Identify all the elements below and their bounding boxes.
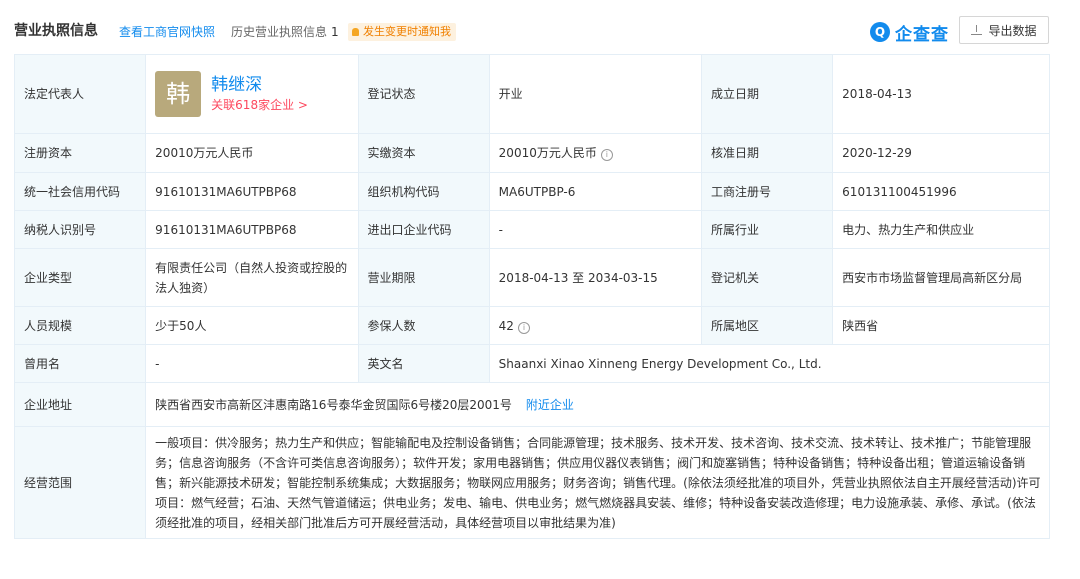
address-cell: 陕西省西安市高新区沣惠南路16号泰华金贸国际6号楼20层2001号 附近企业 [145,382,1050,427]
scope-label: 经营范围 [13,426,147,539]
credit-code-label: 统一社会信用代码 [13,172,147,211]
avatar[interactable]: 韩 [155,71,202,117]
reg-capital-label: 注册资本 [13,133,147,173]
table-row: 纳税人识别号 91610131MA6UTPBP68 进出口企业代码 - 所属行业… [13,210,1050,249]
former-name-label: 曾用名 [13,344,147,383]
ent-type-label: 企业类型 [13,248,147,307]
paid-capital-value: 20010万元人民币 [498,146,597,160]
info-icon[interactable]: i [517,321,530,334]
logo-text: 企查查 [895,24,949,45]
import-export-value: - [488,210,703,249]
license-info-table: 法定代表人 韩 韩继深 关联618家企业 > 登记状态 开业 成立日期 2018… [13,54,1051,539]
term-value: 2018-04-13 至 2034-03-15 [488,248,703,307]
table-row: 曾用名 - 英文名 Shaanxi Xinao Xinneng Energy D… [13,344,1051,383]
region-value: 陕西省 [832,306,1050,345]
tax-id-value: 91610131MA6UTPBP68 [145,210,359,249]
section-header: 营业执照信息 查看工商官网快照 历史营业执照信息 1 发生变更时通知我 Q 企查查 … [0,0,1080,54]
est-date-label: 成立日期 [700,54,834,134]
paid-capital-cell: 20010万元人民币 i [488,133,703,173]
paid-capital-label: 实缴资本 [357,133,490,173]
address-value: 陕西省西安市高新区沣惠南路16号泰华金贸国际6号楼20层2001号 [155,397,512,412]
authority-value: 西安市市场监督管理局高新区分局 [832,248,1050,307]
import-export-label: 进出口企业代码 [357,210,490,249]
ent-type-value: 有限责任公司（自然人投资或控股的法人独资） [145,248,359,307]
reg-status-label: 登记状态 [357,54,490,134]
insured-label: 参保人数 [357,306,490,345]
org-code-label: 组织机构代码 [357,172,490,211]
reg-status-value: 开业 [488,54,703,134]
est-date-value: 2018-04-13 [832,54,1050,134]
table-row: 企业地址 陕西省西安市高新区沣惠南路16号泰华金贸国际6号楼20层2001号 附近… [13,382,1050,427]
biz-reg-label: 工商注册号 [700,172,834,211]
related-companies-link[interactable]: 关联618家企业 > [211,96,308,114]
staff-label: 人员规模 [13,306,147,345]
table-row: 经营范围 一般项目：供冷服务；热力生产和供应；智能输配电及控制设备销售；合同能源… [13,426,1050,539]
region-label: 所属地区 [700,306,834,345]
legal-rep-name[interactable]: 韩继深 [211,74,308,96]
insured-cell: 42 i [488,306,703,345]
insured-value: 42 [498,318,514,333]
term-label: 营业期限 [357,248,490,307]
logo-icon: Q [870,22,890,42]
en-name-label: 英文名 [357,344,490,383]
org-code-value: MA6UTPBP-6 [488,172,703,211]
bell-icon [352,28,359,36]
approve-date-label: 核准日期 [700,133,834,173]
change-notify-label: 发生变更时通知我 [363,25,451,38]
legal-rep-label: 法定代表人 [13,54,147,134]
history-license-link[interactable]: 历史营业执照信息 1 [231,23,339,41]
table-row: 注册资本 20010万元人民币 实缴资本 20010万元人民币 i 核准日期 20… [13,133,1050,173]
change-notify-button[interactable]: 发生变更时通知我 [348,23,456,41]
approve-date-value: 2020-12-29 [832,133,1050,173]
nearby-companies-link[interactable]: 附近企业 [526,398,574,412]
table-row: 人员规模 少于50人 参保人数 42 i 所属地区 陕西省 [13,306,1050,345]
authority-label: 登记机关 [700,248,834,307]
info-icon[interactable]: i [600,149,613,161]
qichacha-logo: Q 企查查 [870,21,949,45]
former-name-value: - [145,344,359,383]
download-icon [971,24,983,36]
history-label: 历史营业执照信息 [231,25,328,39]
section-title: 营业执照信息 [14,23,98,39]
table-row: 统一社会信用代码 91610131MA6UTPBP68 组织机构代码 MA6UT… [13,172,1050,211]
staff-value: 少于50人 [145,306,359,345]
tax-id-label: 纳税人识别号 [13,210,147,249]
address-label: 企业地址 [13,382,147,427]
scope-value: 一般项目：供冷服务；热力生产和供应；智能输配电及控制设备销售；合同能源管理；技术… [145,426,1050,539]
industry-value: 电力、热力生产和供应业 [832,210,1050,249]
table-row: 法定代表人 韩 韩继深 关联618家企业 > 登记状态 开业 成立日期 2018… [13,54,1050,134]
export-label: 导出数据 [988,23,1037,38]
gs-snapshot-link[interactable]: 查看工商官网快照 [119,23,215,41]
credit-code-value: 91610131MA6UTPBP68 [145,172,359,211]
export-data-button[interactable]: 导出数据 [959,16,1049,44]
reg-capital-value: 20010万元人民币 [145,133,359,173]
en-name-value: Shaanxi Xinao Xinneng Energy Development… [488,344,1051,383]
legal-rep-cell: 韩 韩继深 关联618家企业 > [145,54,359,134]
biz-reg-value: 610131100451996 [832,172,1050,211]
industry-label: 所属行业 [700,210,834,249]
history-count: 1 [331,25,339,39]
table-row: 企业类型 有限责任公司（自然人投资或控股的法人独资） 营业期限 2018-04-… [13,248,1050,307]
